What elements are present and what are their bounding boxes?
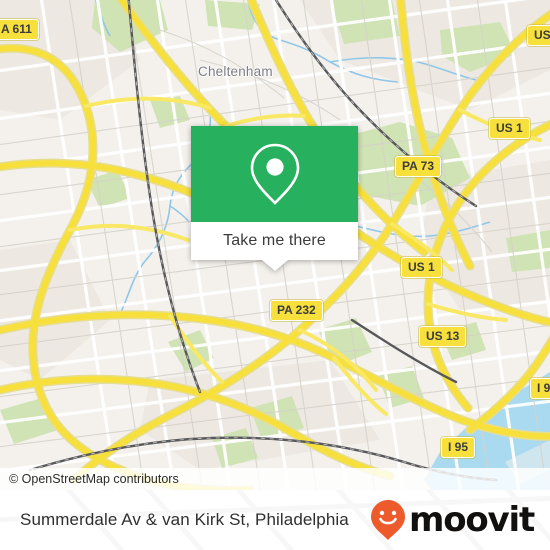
shield-us-1-upper: US 1 <box>489 118 530 139</box>
take-me-there-button[interactable]: Take me there <box>223 232 326 250</box>
popup-tail-pointer <box>261 260 288 271</box>
shield-pa-611: A 611 <box>0 19 39 40</box>
moovit-map-screenshot: Cheltenham A 611 US US 1 PA 73 US 1 PA 2… <box>0 0 550 550</box>
shield-pa-73: PA 73 <box>395 156 442 177</box>
shield-us-13: US 13 <box>419 326 467 347</box>
popup-icon-area <box>191 126 358 222</box>
map-canvas[interactable]: Cheltenham A 611 US US 1 PA 73 US 1 PA 2… <box>0 0 550 490</box>
location-popup-card[interactable]: Take me there <box>191 126 358 271</box>
shield-i-95-right: I 9 <box>530 378 550 399</box>
shield-us-1-top-right: US <box>527 25 550 46</box>
bottom-info-bar: Summerdale Av & van Kirk St, Philadelphi… <box>0 490 550 550</box>
moovit-brand[interactable]: moovit <box>370 499 550 541</box>
shield-pa-232: PA 232 <box>270 300 323 321</box>
shield-us-1-mid: US 1 <box>401 257 442 278</box>
moovit-wordmark: moovit <box>408 500 535 540</box>
osm-attribution-text[interactable]: © OpenStreetMap contributors <box>0 472 179 486</box>
map-attribution-bar: © OpenStreetMap contributors <box>0 468 550 490</box>
moovit-smiley-pin-icon <box>370 500 405 540</box>
location-pin-icon <box>250 143 299 205</box>
popup-footer[interactable]: Take me there <box>191 222 358 271</box>
page-title: Summerdale Av & van Kirk St, Philadelphi… <box>20 510 349 529</box>
shield-i-95-bottom: I 95 <box>441 437 476 458</box>
